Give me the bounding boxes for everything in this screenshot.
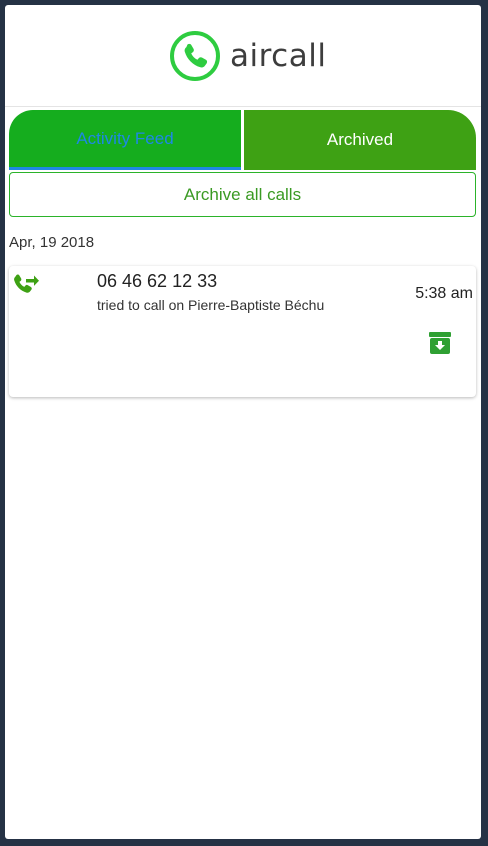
caller-number: 06 46 62 12 33: [97, 271, 218, 291]
feed-date: Apr, 19 2018: [9, 234, 95, 251]
brand-name: aircall: [230, 38, 327, 74]
archive-all-calls-button[interactable]: Archive all calls: [9, 172, 476, 217]
call-description: tried to call on Pierre-Baptiste Béchu: [97, 297, 325, 313]
phone-logo-icon: [170, 31, 220, 81]
app-panel: aircall Activity Feed Archived Archive a…: [5, 5, 481, 839]
call-card[interactable]: 06 46 62 12 33 tried to call on Pierre-B…: [9, 266, 476, 397]
call-time: 5:38 am: [415, 285, 473, 302]
aircall-logo: aircall: [169, 30, 326, 82]
archive-box-icon[interactable]: [428, 331, 452, 355]
tab-bar: Activity Feed Archived: [9, 110, 476, 170]
tab-archived[interactable]: Archived: [244, 110, 476, 170]
tab-activity-feed[interactable]: Activity Feed: [9, 110, 241, 170]
phone-forward-icon: [14, 274, 39, 293]
header: aircall: [5, 5, 481, 107]
